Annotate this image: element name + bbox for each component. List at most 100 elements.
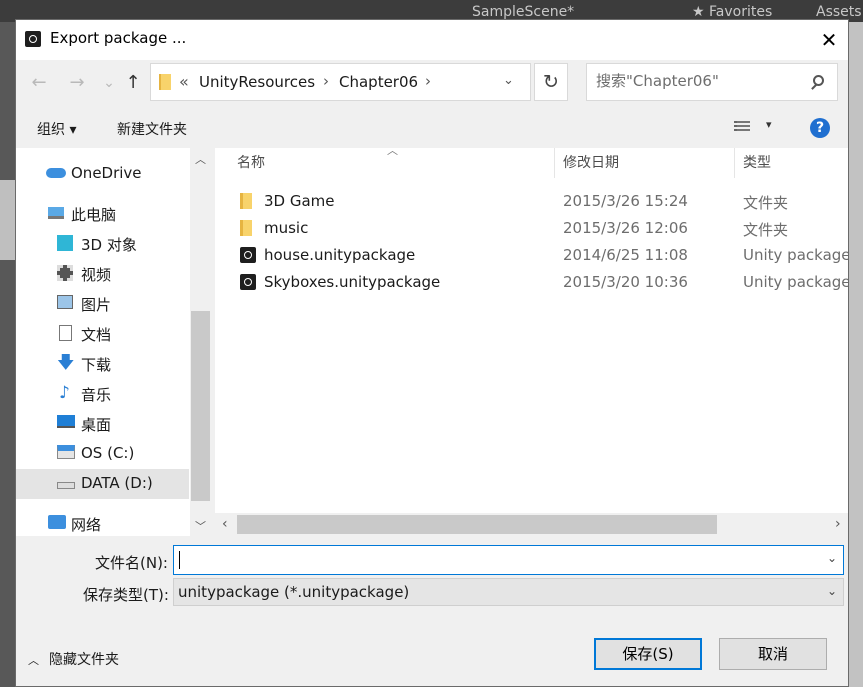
scene-object	[0, 180, 16, 260]
sidebar-scroll-thumb[interactable]	[191, 311, 210, 501]
breadcrumb-separator[interactable]: ›	[323, 72, 329, 90]
cancel-button[interactable]: 取消	[719, 638, 827, 670]
filetype-label: 保存类型(T):	[83, 586, 169, 604]
sidebar-item-music[interactable]: ♪ 音乐	[16, 379, 189, 409]
filename-input[interactable]	[178, 550, 818, 568]
file-row[interactable]: house.unitypackage 2014/6/25 11:08 Unity…	[215, 242, 848, 269]
file-list-hscrollbar[interactable]: ‹ ›	[215, 513, 848, 536]
overflow-chevron[interactable]: «	[179, 72, 189, 91]
chevron-down-icon[interactable]: ⌄	[827, 551, 837, 565]
desktop-icon	[57, 415, 75, 428]
sidebar-item-videos[interactable]: 视频	[16, 259, 189, 289]
column-divider[interactable]	[554, 148, 555, 178]
refresh-button[interactable]: ↻	[534, 63, 568, 101]
pictures-icon	[57, 295, 73, 309]
sidebar-item-this-pc[interactable]: 此电脑	[16, 199, 189, 229]
sidebar-item-drive-c[interactable]: OS (C:)	[16, 439, 189, 469]
address-dropdown[interactable]: ⌄	[503, 73, 514, 88]
file-date: 2015/3/20 10:36	[563, 273, 688, 291]
column-header-modified[interactable]: 修改日期	[563, 148, 619, 178]
new-folder-button[interactable]: 新建文件夹	[117, 119, 187, 139]
chevron-up-icon: ︿	[28, 654, 39, 667]
file-row[interactable]: music 2015/3/26 12:06 文件夹	[215, 215, 848, 242]
filename-label: 文件名(N):	[95, 554, 168, 572]
computer-icon	[48, 207, 64, 219]
filetype-value: unitypackage (*.unitypackage)	[178, 583, 410, 601]
file-row[interactable]: Skyboxes.unitypackage 2015/3/20 10:36 Un…	[215, 269, 848, 296]
view-dropdown[interactable]: ▾	[766, 118, 772, 131]
folder-icon	[240, 193, 252, 209]
sidebar-item-label: 下载	[81, 356, 112, 374]
scroll-left-arrow[interactable]: ‹	[222, 516, 228, 532]
sidebar-item-label: 网络	[71, 516, 102, 534]
unity-icon	[25, 31, 41, 47]
cloud-icon	[46, 168, 66, 178]
address-bar[interactable]: « UnityResources › Chapter06 › ⌄	[150, 63, 531, 101]
chevron-down-icon[interactable]: ⌄	[827, 584, 837, 598]
file-name: 3D Game	[264, 192, 335, 210]
sidebar-item-downloads[interactable]: 🡇 下载	[16, 349, 189, 379]
search-box[interactable]	[586, 63, 838, 101]
sidebar-scrollbar[interactable]: ︿ ﹀	[190, 148, 211, 536]
scroll-right-arrow[interactable]: ›	[835, 516, 841, 532]
breadcrumb-separator[interactable]: ›	[425, 72, 431, 90]
dialog-title: Export package ...	[50, 29, 187, 47]
filename-field[interactable]: ⌄	[173, 545, 844, 575]
breadcrumb-chapter06[interactable]: Chapter06	[339, 73, 418, 91]
save-button[interactable]: 保存(S)	[594, 638, 702, 670]
sidebar-item-3d-objects[interactable]: 3D 对象	[16, 229, 189, 259]
command-bar: 组织 ▾ 新建文件夹 ▾ ?	[16, 111, 848, 145]
column-divider[interactable]	[734, 148, 735, 178]
3d-objects-icon	[57, 235, 73, 251]
back-button[interactable]: ←	[28, 72, 50, 94]
sidebar-item-label: 桌面	[81, 416, 112, 434]
search-input[interactable]	[596, 72, 796, 90]
filetype-select[interactable]: unitypackage (*.unitypackage) ⌄	[173, 578, 844, 606]
column-header-name[interactable]: 名称	[237, 148, 265, 178]
close-button[interactable]: ✕	[812, 24, 846, 56]
sidebar-item-label: OneDrive	[71, 164, 142, 182]
sidebar-item-pictures[interactable]: 图片	[16, 289, 189, 319]
view-details-icon[interactable]	[734, 121, 750, 135]
search-icon[interactable]	[813, 75, 824, 86]
sidebar-item-documents[interactable]: 文档	[16, 319, 189, 349]
file-list: ︿ 名称 修改日期 类型 3D Game 2015/3/26 15:24 文件夹…	[215, 148, 848, 536]
hide-folders-toggle[interactable]: ︿ 隐藏文件夹	[28, 649, 119, 669]
recent-locations-button[interactable]: ⌄	[98, 72, 120, 94]
organize-button[interactable]: 组织 ▾	[37, 119, 76, 139]
scroll-down-arrow[interactable]: ﹀	[195, 518, 206, 534]
scroll-up-arrow[interactable]: ︿	[195, 151, 206, 167]
file-type: 文件夹	[743, 221, 789, 239]
navigation-pane: OneDrive 此电脑 3D 对象 视频 图片 文档 🡇 下载 ♪ 音乐 桌面…	[16, 148, 211, 536]
up-button[interactable]: ↑	[122, 72, 144, 94]
forward-button[interactable]: →	[66, 72, 88, 94]
editor-scene-view	[0, 22, 16, 687]
help-icon[interactable]: ?	[810, 118, 830, 138]
sidebar-item-desktop[interactable]: 桌面	[16, 409, 189, 439]
file-date: 2015/3/26 12:06	[563, 219, 688, 237]
file-type: Unity package	[743, 246, 848, 264]
file-row[interactable]: 3D Game 2015/3/26 15:24 文件夹	[215, 188, 848, 215]
sidebar-item-label: 视频	[81, 266, 112, 284]
drive-c-icon	[57, 445, 75, 459]
sidebar-item-drive-d[interactable]: DATA (D:)	[16, 469, 189, 499]
sort-ascending-icon: ︿	[387, 148, 398, 157]
sidebar-item-label: OS (C:)	[81, 444, 135, 462]
video-icon	[57, 265, 73, 281]
folder-icon	[159, 74, 171, 90]
title-bar: Export package ... ✕	[16, 20, 848, 60]
folder-icon	[240, 220, 252, 236]
file-type: 文件夹	[743, 194, 789, 212]
sidebar-item-onedrive[interactable]: OneDrive	[16, 159, 189, 189]
sidebar-item-label: DATA (D:)	[81, 474, 153, 492]
hscroll-thumb[interactable]	[237, 515, 717, 534]
column-header-type[interactable]: 类型	[743, 148, 771, 178]
breadcrumb-unityresources[interactable]: UnityResources	[199, 73, 315, 91]
file-name: music	[264, 219, 309, 237]
drive-d-icon	[57, 482, 75, 489]
file-name: Skyboxes.unitypackage	[264, 273, 441, 291]
music-icon: ♪	[59, 383, 70, 403]
download-icon: 🡇	[57, 353, 75, 373]
sidebar-item-network[interactable]: 网络	[16, 509, 189, 536]
document-icon	[59, 325, 72, 341]
